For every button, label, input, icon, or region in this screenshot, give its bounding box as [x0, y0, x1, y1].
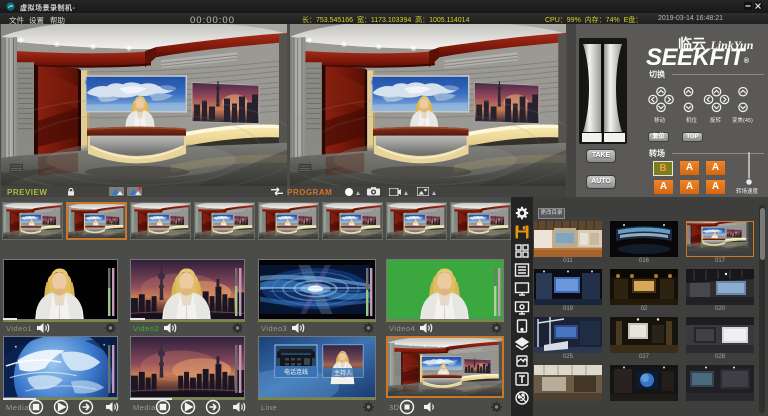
- svg-text:主持人: 主持人: [334, 369, 352, 377]
- svg-text:电话连线: 电话连线: [284, 368, 308, 376]
